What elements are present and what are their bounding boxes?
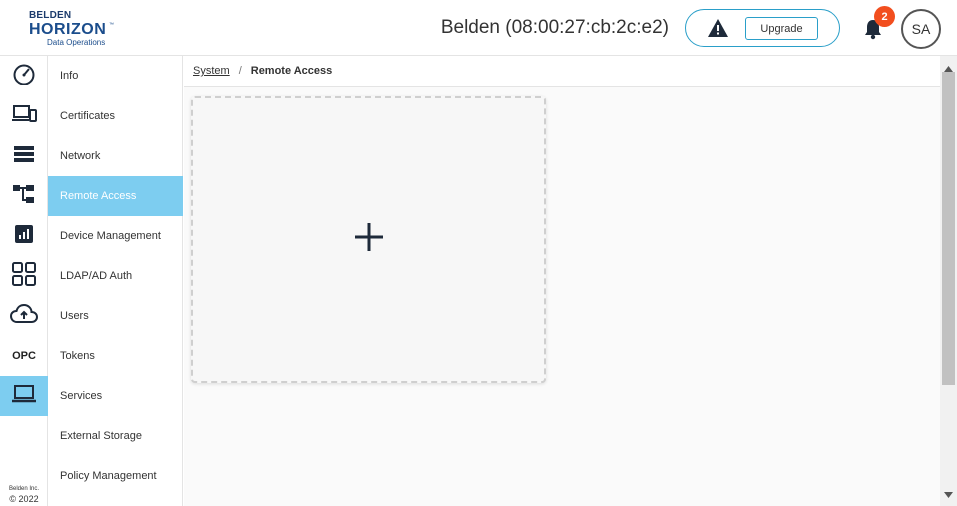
plus-icon: [353, 221, 385, 258]
laptop-icon: [11, 384, 37, 409]
vertical-scrollbar[interactable]: [940, 56, 957, 506]
submenu-item-services[interactable]: Services: [48, 376, 183, 416]
rail-footer: Belden Inc. © 2022: [0, 486, 48, 504]
rail-item-list[interactable]: [0, 136, 48, 176]
rail-item-opc[interactable]: OPC: [0, 336, 48, 376]
logo-brand-top: BELDEN: [29, 10, 72, 21]
rail-item-dashboard[interactable]: [0, 56, 48, 96]
rail-item-apps[interactable]: [0, 256, 48, 296]
device-title: Belden (08:00:27:cb:2c:e2): [440, 17, 669, 38]
main-content: System / Remote Access: [184, 56, 940, 506]
submenu-item-certificates[interactable]: Certificates: [48, 96, 183, 136]
logo-tagline: Data Operations: [47, 38, 106, 47]
scrollbar-thumb[interactable]: [942, 72, 955, 385]
user-avatar[interactable]: SA: [901, 9, 941, 49]
devices-icon: [11, 104, 37, 129]
submenu-item-device-management[interactable]: Device Management: [48, 216, 183, 256]
warning-triangle-icon[interactable]: [707, 18, 729, 43]
rail-item-hierarchy[interactable]: [0, 176, 48, 216]
hierarchy-icon: [12, 183, 36, 210]
icon-rail: OPC Belden Inc. © 2022: [0, 56, 48, 506]
submenu-item-users[interactable]: Users: [48, 296, 183, 336]
rail-item-system[interactable]: [0, 376, 48, 416]
submenu-item-policy-management[interactable]: Policy Management: [48, 456, 183, 496]
logo-brand-main: HORIZON: [29, 21, 107, 38]
breadcrumb-separator: /: [238, 65, 242, 77]
breadcrumb-current: Remote Access: [250, 65, 333, 77]
apps-grid-icon: [11, 261, 37, 292]
submenu-item-network[interactable]: Network: [48, 136, 183, 176]
rail-item-analytics[interactable]: [0, 216, 48, 256]
bar-chart-icon: [13, 223, 35, 250]
footer-copyright: © 2022: [9, 494, 39, 504]
list-icon: [12, 144, 36, 169]
scroll-down-arrow-icon[interactable]: [944, 485, 953, 503]
notification-badge[interactable]: 2: [874, 6, 895, 27]
top-header: BELDEN HORIZON ™ Data Operations Belden …: [0, 0, 957, 56]
alert-pill: Upgrade: [685, 9, 840, 47]
cloud-upload-icon: [9, 303, 39, 330]
submenu-item-remote-access[interactable]: Remote Access: [48, 176, 183, 216]
logo-trademark: ™: [109, 22, 114, 28]
submenu-item-tokens[interactable]: Tokens: [48, 336, 183, 376]
breadcrumb: System / Remote Access: [184, 56, 940, 87]
belden-horizon-logo[interactable]: BELDEN HORIZON ™ Data Operations: [29, 10, 119, 48]
dashboard-gauge-icon: [11, 63, 37, 90]
system-submenu: Info Certificates Network Remote Access …: [48, 56, 183, 506]
footer-company: Belden Inc.: [8, 486, 40, 492]
opc-icon: OPC: [12, 350, 36, 362]
breadcrumb-system-link[interactable]: System: [193, 65, 230, 77]
rail-item-devices[interactable]: [0, 96, 48, 136]
rail-item-cloud[interactable]: [0, 296, 48, 336]
submenu-item-external-storage[interactable]: External Storage: [48, 416, 183, 456]
upgrade-button[interactable]: Upgrade: [745, 17, 818, 40]
submenu-item-ldap-ad-auth[interactable]: LDAP/AD Auth: [48, 256, 183, 296]
add-remote-access-card[interactable]: [191, 96, 546, 383]
submenu-item-info[interactable]: Info: [48, 56, 183, 96]
